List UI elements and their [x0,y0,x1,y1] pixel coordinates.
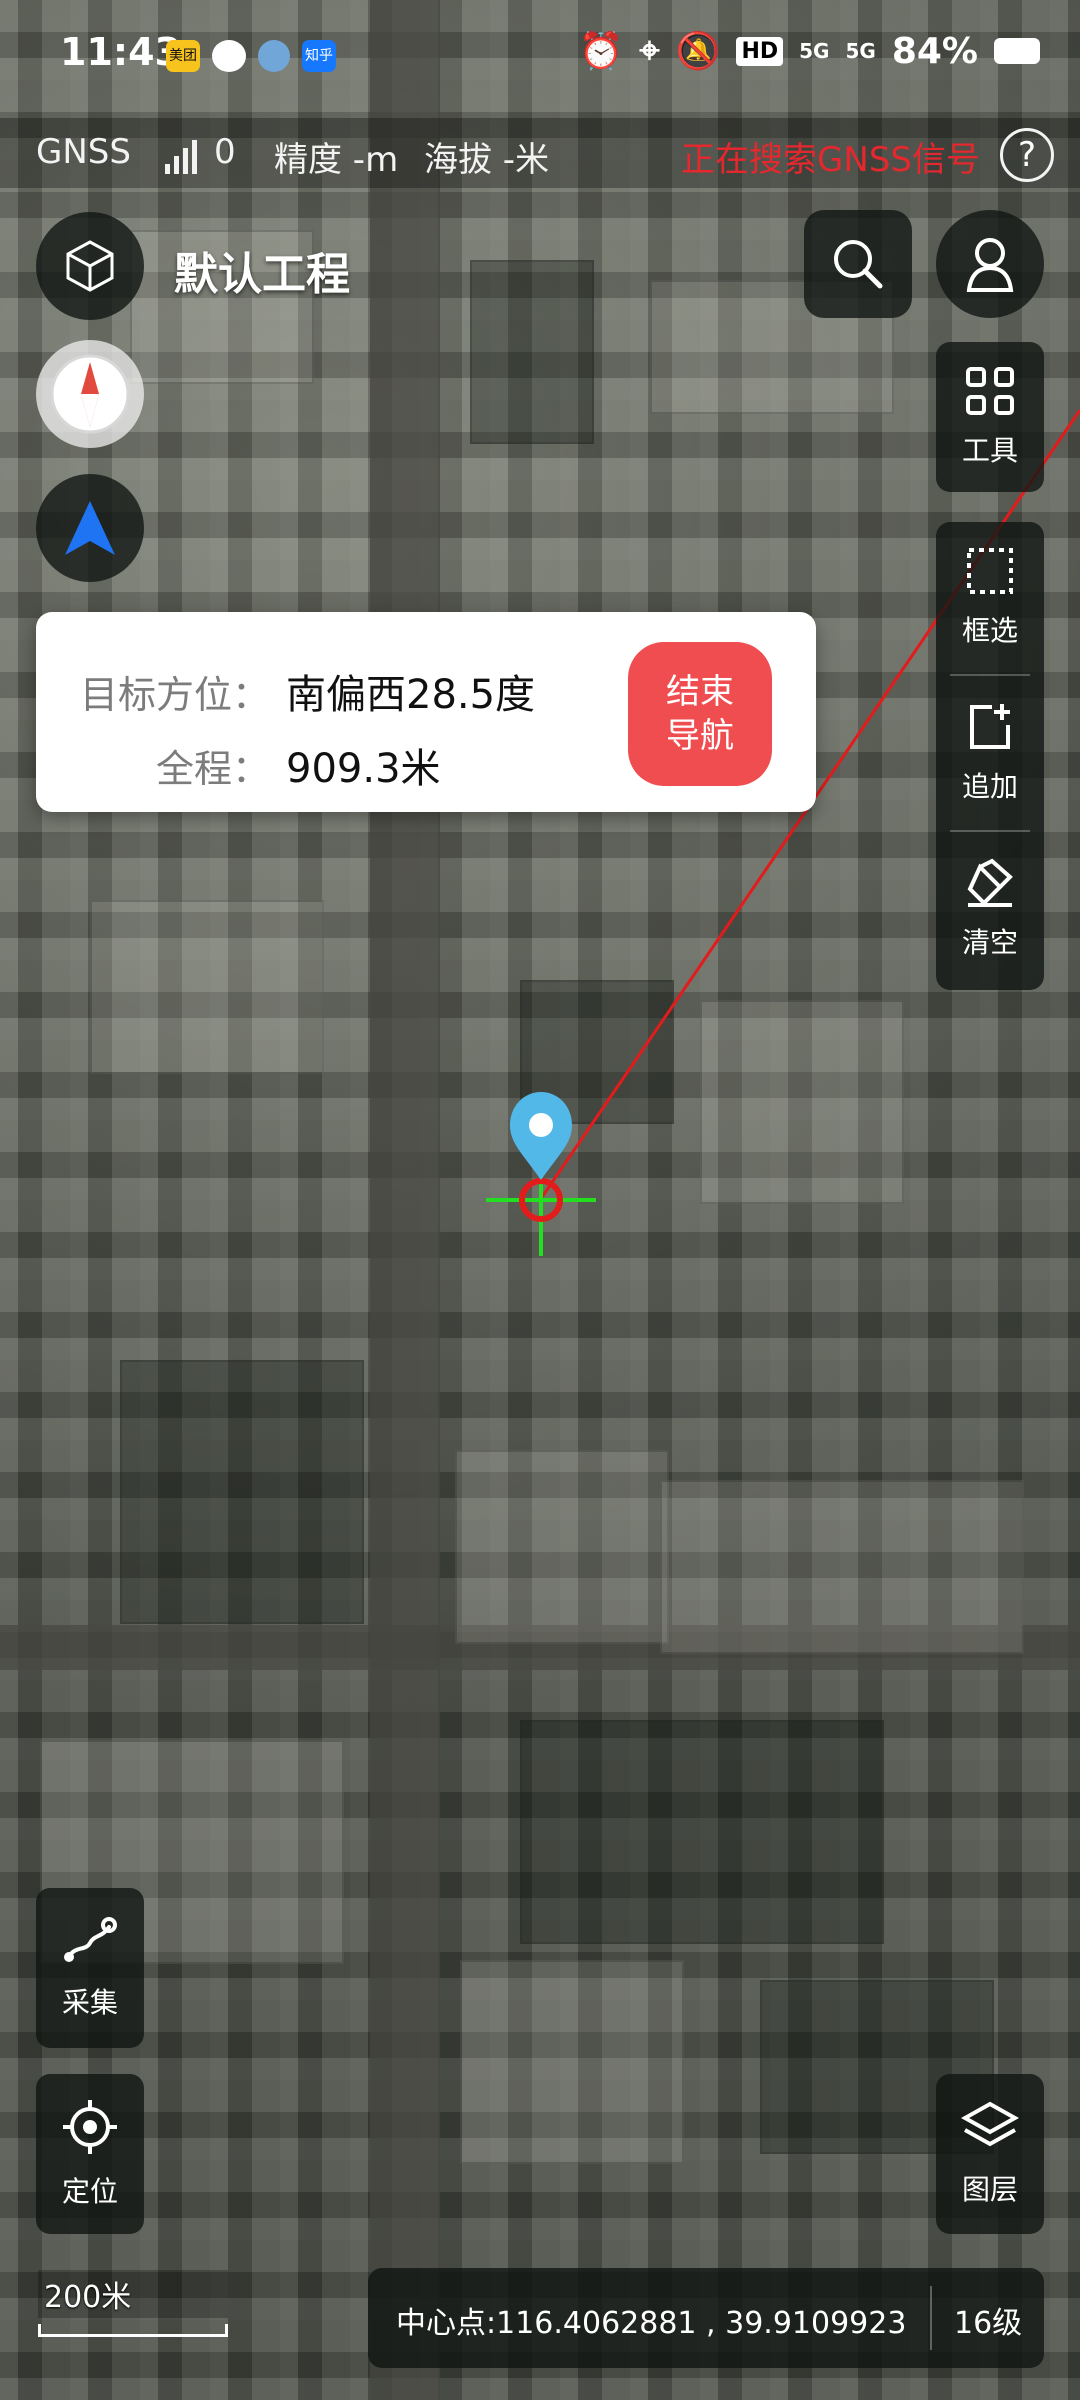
gnss-search-status: 正在搜索GNSS信号 [681,140,980,180]
clear-button[interactable]: 清空 [936,834,1044,984]
altitude-text: 海拔 -米 [424,140,550,180]
end-navigation-line-1: 结束 [666,672,734,712]
end-navigation-line-2: 导航 [666,716,734,756]
search-button[interactable] [804,210,912,318]
tools-label: 工具 [961,434,1018,467]
hd-signal-label: HD [736,36,784,66]
distance-label: 全程： [155,747,270,791]
zoom-level: 16级 [954,2306,1023,2341]
notification-app-icon [258,40,290,72]
tools-panel: 工具 [936,342,1044,492]
status-time: 11:43 [60,30,181,74]
add-button[interactable]: 追加 [936,678,1044,828]
user-button[interactable] [936,210,1044,318]
distance-value: 909.3米 [286,746,441,792]
compass-icon [50,354,130,434]
collect-button[interactable]: 采集 [36,1888,144,2048]
end-navigation-button[interactable]: 结束 导航 [628,642,772,786]
tool-divider [950,830,1030,832]
signal-strength-icon [165,136,199,174]
collect-path-icon [64,1917,117,1962]
collect-label: 采集 [61,1986,118,2019]
search-icon [834,240,883,289]
accuracy-text: 精度 -m [274,140,399,180]
status-right-icons: ⏰ ⌖ 🔕 HD 5G 5G 84% [579,30,1040,72]
meituan-app-icon: 美团 [166,40,200,72]
grid-apps-icon [966,367,1014,415]
project-title[interactable]: 默认工程 [174,238,350,302]
location-status-icon: ⌖ [639,30,660,71]
add-document-icon [970,704,1010,749]
box-select-label: 框选 [961,614,1018,647]
help-icon[interactable]: ? [1000,128,1054,182]
bearing-value: 南偏西28.5度 [286,672,536,718]
user-icon [966,238,1014,292]
gnss-info-bar: GNSS 0 精度 -m 海拔 -米 正在搜索GNSS信号 ? [0,118,1080,188]
battery-percent: 84% [891,30,978,72]
clear-label: 清空 [961,926,1018,959]
battery-icon [994,38,1040,64]
eraser-icon [967,858,1013,907]
satellite-count: 0 [214,132,236,172]
layers-label: 图层 [961,2173,1018,2206]
locate-label: 定位 [61,2175,118,2208]
bearing-label: 目标方位： [79,673,270,717]
gnss-label: GNSS [36,132,131,172]
tool-divider [950,674,1030,676]
edit-tools-panel: 框选 追加 清空 [936,522,1044,990]
box-select-icon [967,548,1013,594]
navigation-card: 目标方位： 南偏西28.5度 全程： 909.3米 结束 导航 [36,612,816,812]
network-5g-label-1: 5G [799,39,830,63]
mute-icon: 🔕 [675,31,721,72]
cube-icon [66,240,114,292]
map-scale: 200米 [38,2270,228,2337]
scale-bar [38,2324,228,2337]
navigation-direction-button[interactable] [36,474,144,582]
locate-button[interactable]: 定位 [36,2074,144,2234]
center-zoom-divider [930,2286,932,2350]
layers-icon [961,2101,1019,2147]
scale-label: 200米 [38,2270,228,2318]
chat-notification-icon [212,40,246,72]
map-overlay [486,409,1080,1256]
tools-button[interactable]: 工具 [936,342,1044,492]
alarm-icon: ⏰ [578,31,624,72]
compass-button[interactable] [36,340,144,448]
add-label: 追加 [961,770,1018,803]
network-5g-label-2: 5G [845,39,876,63]
project-button[interactable] [36,212,144,320]
zhihu-app-icon: 知乎 [302,40,336,72]
locate-target-icon [63,2100,117,2154]
box-select-button[interactable]: 框选 [936,522,1044,672]
map-center-panel: 中心点:116.4062881 , 39.9109923 16级 [368,2268,1044,2368]
navigation-arrow-icon [65,501,115,555]
center-coordinate: 中心点:116.4062881 , 39.9109923 [396,2306,907,2341]
layers-button[interactable]: 图层 [936,2074,1044,2234]
status-bar: 11:43 美团 知乎 ⏰ ⌖ 🔕 HD 5G 5G 84% [0,0,1080,118]
